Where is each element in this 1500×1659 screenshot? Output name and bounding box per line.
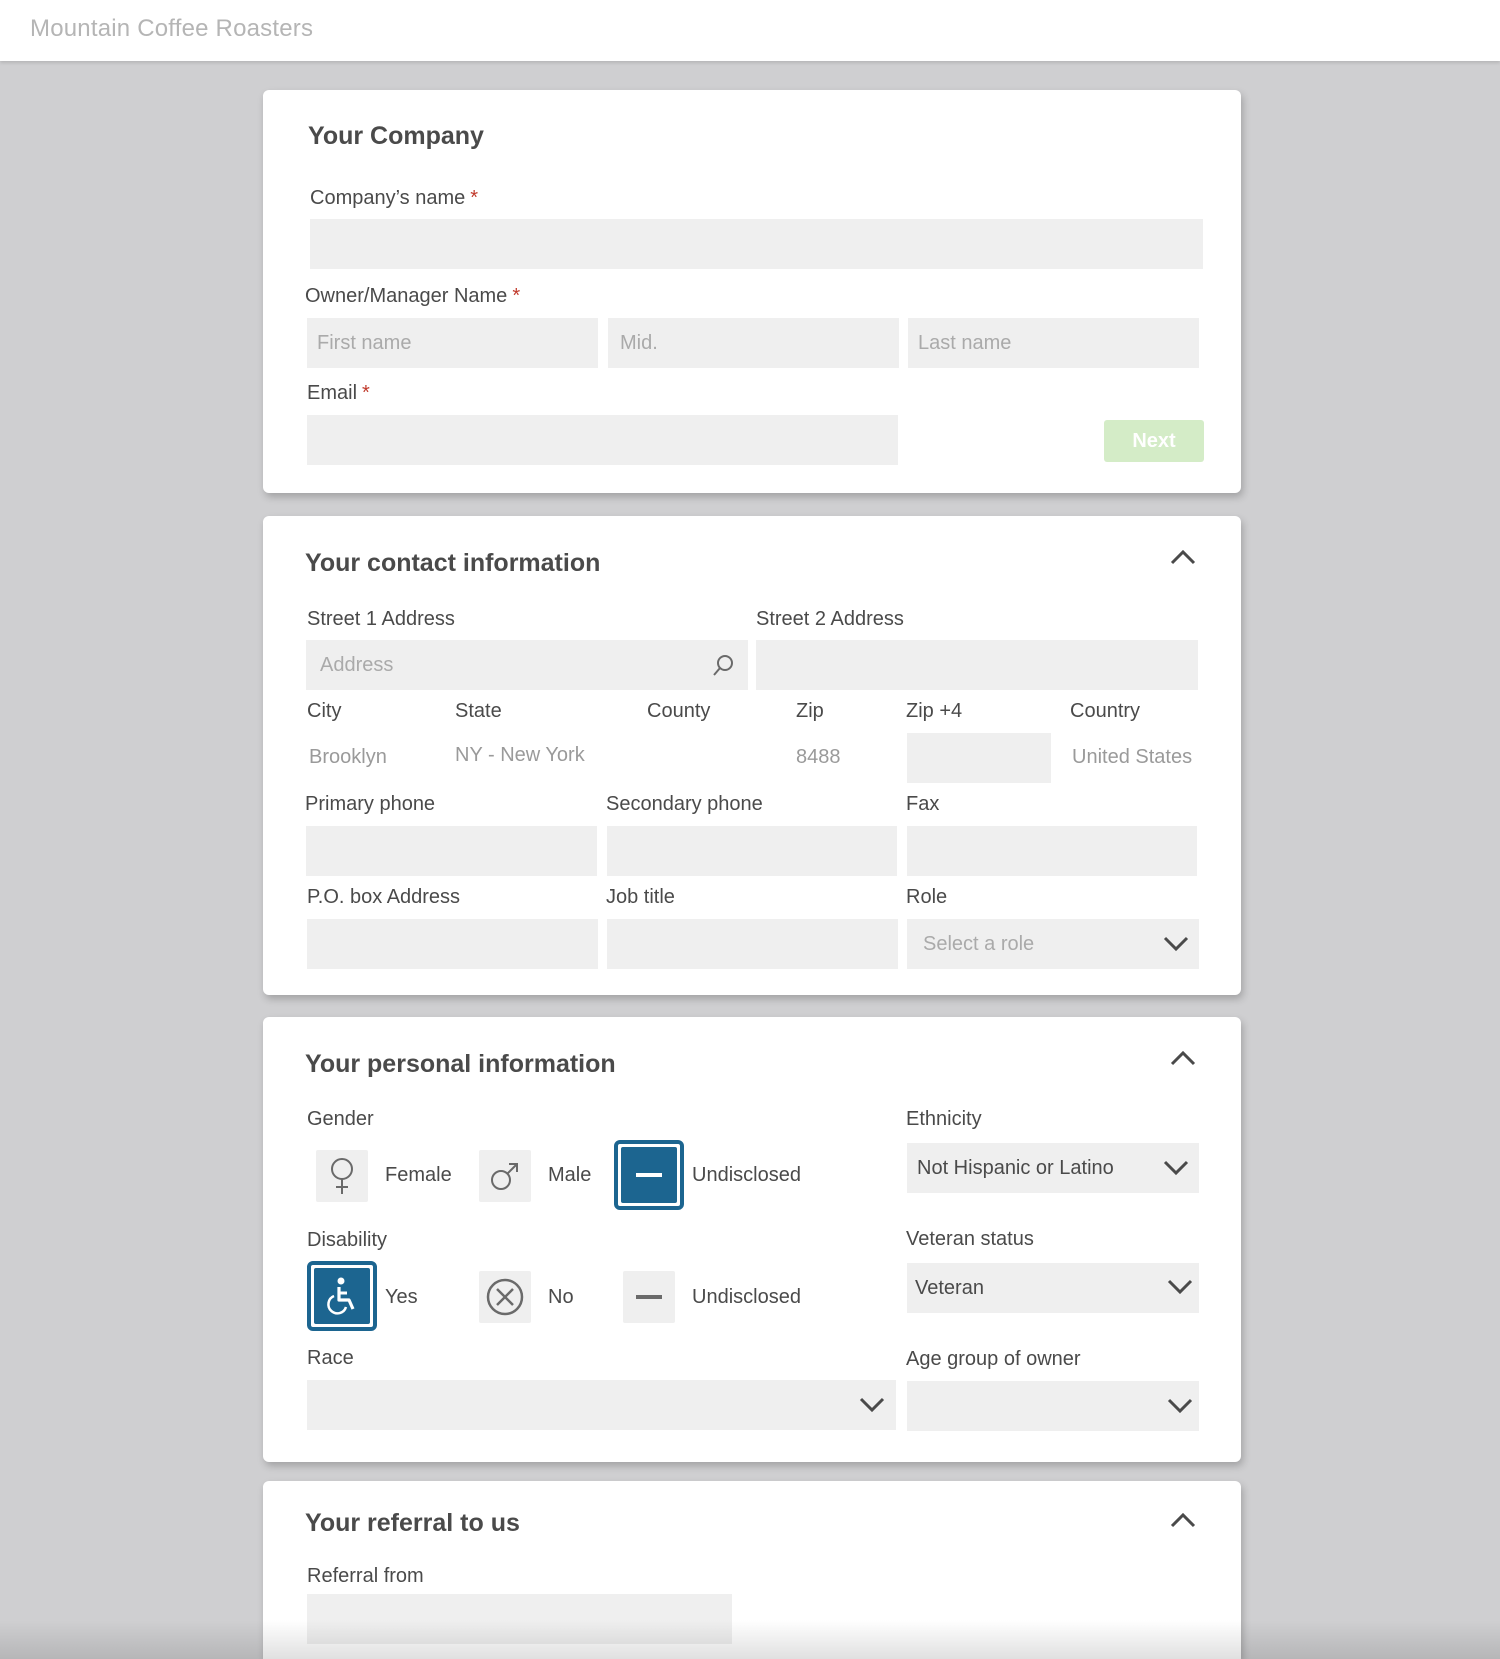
zip4-label: Zip +4 — [906, 700, 963, 722]
gender-undisclosed-label: Undisclosed — [692, 1164, 801, 1186]
role-select-value: Select a role — [923, 933, 1035, 955]
email-label: Email * — [307, 382, 370, 404]
gender-label: Gender — [307, 1108, 374, 1130]
state-label: State — [455, 700, 502, 722]
company-section-title: Your Company — [308, 122, 484, 150]
chevron-down-icon — [1167, 1398, 1193, 1414]
disability-yes-label: Yes — [385, 1286, 418, 1308]
ethnicity-select[interactable]: Not Hispanic or Latino — [907, 1143, 1199, 1193]
referral-card: Your referral to us Referral from — [263, 1481, 1241, 1659]
minus-icon — [636, 1295, 662, 1299]
chevron-down-icon — [1167, 1279, 1193, 1295]
ethnicity-select-value: Not Hispanic or Latino — [917, 1157, 1114, 1179]
referral-section-title: Your referral to us — [305, 1509, 520, 1537]
role-label: Role — [906, 886, 948, 908]
gender-undisclosed-option[interactable] — [614, 1140, 684, 1210]
company-name-input[interactable] — [310, 219, 1203, 269]
referral-from-label: Referral from — [307, 1565, 424, 1587]
company-card: Your Company Company’s name * Owner/Manag… — [263, 90, 1241, 493]
veteran-select-value: Veteran — [915, 1277, 984, 1299]
referral-from-input[interactable] — [307, 1594, 732, 1644]
required-mark: * — [470, 187, 479, 209]
country-label: Country — [1070, 700, 1141, 722]
last-name-input[interactable] — [908, 318, 1199, 368]
contact-section-title: Your contact information — [305, 549, 601, 577]
disability-no-label: No — [548, 1286, 574, 1308]
zip-value[interactable]: 8488 — [796, 746, 841, 769]
disability-undisclosed-option[interactable] — [623, 1271, 675, 1323]
wheelchair-icon — [327, 1277, 355, 1315]
female-icon — [331, 1158, 353, 1194]
state-value[interactable]: NY - New York — [455, 744, 585, 767]
veteran-select[interactable]: Veteran — [907, 1263, 1199, 1313]
city-label: City — [307, 700, 342, 722]
disability-no-option[interactable] — [479, 1271, 531, 1323]
brand-name: Mountain Coffee Roasters — [30, 15, 314, 42]
po-box-input[interactable] — [307, 919, 598, 969]
collapse-chevron-up-icon[interactable] — [1169, 548, 1197, 566]
chevron-down-icon — [1163, 936, 1189, 952]
company-name-label: Company’s name * — [310, 187, 479, 209]
owner-name-label: Owner/Manager Name * — [305, 285, 521, 307]
disability-yes-fill — [314, 1268, 370, 1324]
street2-label: Street 2 Address — [756, 608, 904, 630]
required-mark: * — [362, 382, 370, 404]
minus-icon — [636, 1173, 662, 1177]
gender-undisclosed-fill — [621, 1147, 677, 1203]
chevron-down-icon — [859, 1397, 885, 1413]
contact-card: Your contact information Street 1 Addres… — [263, 516, 1241, 995]
disability-yes-option[interactable] — [307, 1261, 377, 1331]
primary-phone-label: Primary phone — [305, 793, 436, 815]
street1-input[interactable] — [306, 640, 748, 690]
age-group-label: Age group of owner — [906, 1348, 1081, 1370]
race-select[interactable] — [307, 1380, 896, 1430]
secondary-phone-label: Secondary phone — [606, 793, 763, 815]
required-mark: * — [512, 285, 521, 307]
street2-input[interactable] — [756, 640, 1198, 690]
fax-input[interactable] — [907, 826, 1197, 876]
email-input[interactable] — [307, 415, 898, 465]
gender-male-label: Male — [548, 1164, 592, 1186]
veteran-label: Veteran status — [906, 1228, 1034, 1250]
race-label: Race — [307, 1347, 354, 1369]
x-circle-icon — [486, 1278, 524, 1316]
age-group-select[interactable] — [907, 1381, 1199, 1431]
secondary-phone-input[interactable] — [607, 826, 897, 876]
primary-phone-input[interactable] — [306, 826, 597, 876]
collapse-chevron-up-icon[interactable] — [1169, 1511, 1197, 1529]
gender-female-label: Female — [385, 1164, 452, 1186]
job-title-label: Job title — [606, 886, 675, 908]
top-bar: Mountain Coffee Roasters — [0, 0, 1500, 61]
zip4-input[interactable] — [907, 733, 1051, 783]
job-title-input[interactable] — [607, 919, 898, 969]
city-value[interactable]: Brooklyn — [309, 746, 387, 769]
next-button[interactable]: Next — [1104, 420, 1204, 462]
role-select[interactable]: Select a role — [907, 919, 1199, 969]
first-name-input[interactable] — [307, 318, 598, 368]
chevron-down-icon — [1163, 1160, 1189, 1176]
disability-label: Disability — [307, 1229, 388, 1251]
middle-name-input[interactable] — [608, 318, 899, 368]
fax-label: Fax — [906, 793, 940, 815]
gender-female-option[interactable] — [316, 1150, 368, 1202]
gender-male-option[interactable] — [479, 1150, 531, 1202]
collapse-chevron-up-icon[interactable] — [1169, 1049, 1197, 1067]
disability-undisclosed-label: Undisclosed — [692, 1286, 801, 1308]
country-value[interactable]: United States — [1072, 746, 1192, 769]
personal-card: Your personal information Gender Ethnici… — [263, 1017, 1241, 1462]
county-label: County — [647, 700, 711, 722]
street1-label: Street 1 Address — [307, 608, 455, 630]
zip-label: Zip — [796, 700, 824, 722]
ethnicity-label: Ethnicity — [906, 1108, 982, 1130]
search-icon[interactable] — [710, 653, 736, 679]
po-box-label: P.O. box Address — [307, 886, 461, 908]
male-icon — [491, 1163, 518, 1190]
personal-section-title: Your personal information — [305, 1050, 616, 1078]
